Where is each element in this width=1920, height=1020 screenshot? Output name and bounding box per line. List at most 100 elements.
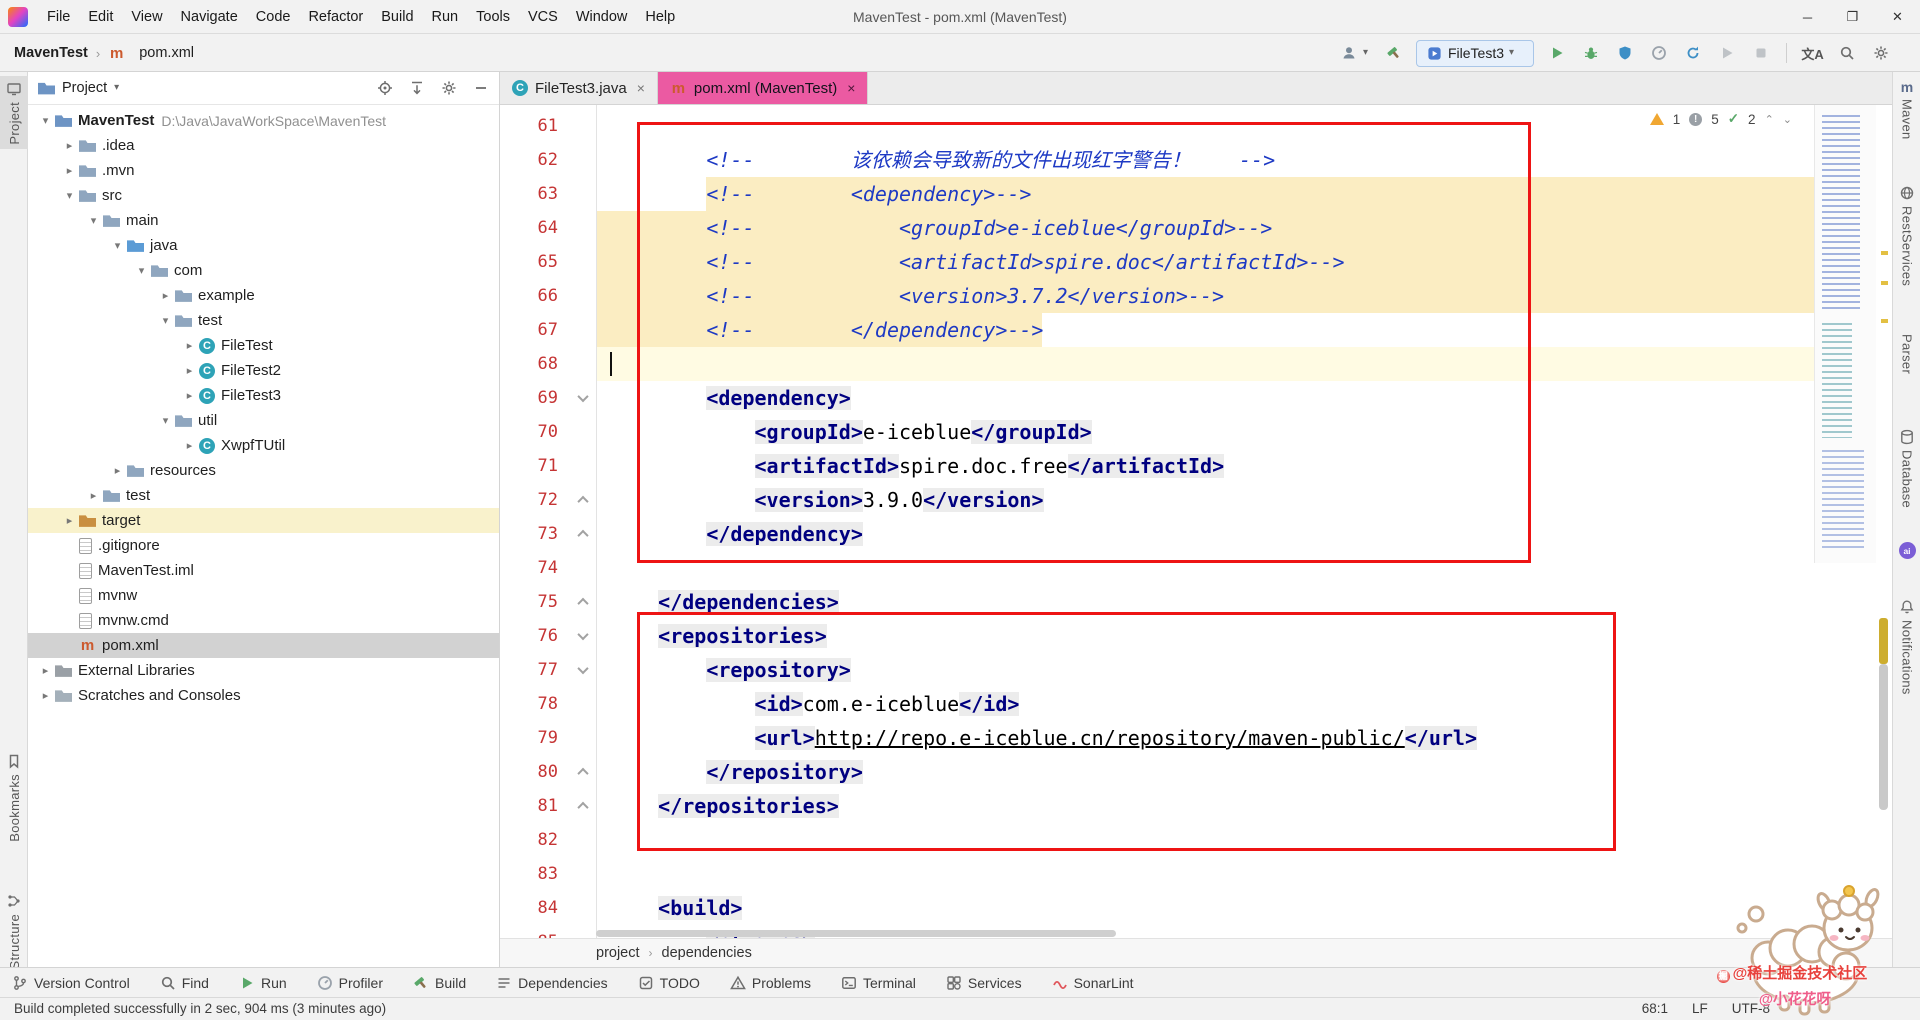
- inspection-widget[interactable]: 1 ! 5 ✓ 2 ⌃ ⌄: [1649, 111, 1792, 127]
- tree-row-filetest2[interactable]: ▸ C FileTest2: [28, 358, 499, 383]
- run-config-combo[interactable]: FileTest3 ▾: [1416, 39, 1534, 67]
- chevron-right-icon[interactable]: ▸: [180, 364, 199, 377]
- code-line-75[interactable]: 75 </dependencies>: [500, 585, 1892, 619]
- close-button[interactable]: ✕: [1875, 0, 1920, 34]
- editor-scrollbar[interactable]: [1876, 105, 1892, 938]
- hammer-button[interactable]: [1382, 39, 1405, 67]
- fold-end-icon[interactable]: [577, 495, 589, 508]
- tree-row-resources[interactable]: ▸ resources: [28, 458, 499, 483]
- tool-button-profiler[interactable]: Profiler: [317, 975, 383, 991]
- chevron-down-icon[interactable]: ▾: [114, 83, 119, 93]
- profiler-button[interactable]: [1647, 39, 1670, 67]
- chevron-down-icon[interactable]: ▾: [108, 239, 127, 252]
- collapse-all-icon[interactable]: [408, 80, 425, 97]
- chevron-right-icon[interactable]: ▸: [60, 164, 79, 177]
- editor-hscrollbar[interactable]: [500, 929, 1876, 938]
- fold-open-icon[interactable]: [577, 662, 589, 675]
- file-encoding[interactable]: UTF-8: [1732, 998, 1770, 1020]
- tree-row-filetest3[interactable]: ▸ C FileTest3: [28, 383, 499, 408]
- chevron-right-icon[interactable]: ▸: [36, 664, 55, 677]
- tree-row-test[interactable]: ▾ test: [28, 308, 499, 333]
- tree-row-main[interactable]: ▾ main: [28, 208, 499, 233]
- tree-row-example[interactable]: ▸ example: [28, 283, 499, 308]
- code-line-79[interactable]: 79 <url>http://repo.e-iceblue.cn/reposit…: [500, 721, 1892, 755]
- fold-open-icon[interactable]: [577, 628, 589, 641]
- tool-stripe-parser[interactable]: Parser: [1893, 330, 1920, 378]
- code-line-80[interactable]: 80 </repository>: [500, 755, 1892, 789]
- code-line-82[interactable]: 82: [500, 823, 1892, 857]
- fold-end-icon[interactable]: [577, 767, 589, 780]
- tree-row-util[interactable]: ▾ util: [28, 408, 499, 433]
- tool-button-build[interactable]: Build: [413, 975, 466, 991]
- tree-row-pom-xml[interactable]: m pom.xml: [28, 633, 499, 658]
- tool-button-run[interactable]: Run: [239, 975, 287, 991]
- chevron-down-icon[interactable]: ▾: [156, 314, 175, 327]
- chevron-down-icon[interactable]: ▾: [60, 189, 79, 202]
- code-line-71[interactable]: 71 <artifactId>spire.doc.free</artifactI…: [500, 449, 1892, 483]
- code-line-66[interactable]: 66 <!-- <version>3.7.2</version>-->: [500, 279, 1892, 313]
- chevron-right-icon[interactable]: ▸: [60, 514, 79, 527]
- tree-row-mvnw[interactable]: mvnw: [28, 583, 499, 608]
- code-line-72[interactable]: 72 <version>3.9.0</version>: [500, 483, 1892, 517]
- tool-button-todo[interactable]: TODO: [638, 975, 700, 991]
- tool-button-dependencies[interactable]: Dependencies: [496, 975, 608, 991]
- chevron-down-icon[interactable]: ▾: [156, 414, 175, 427]
- chevron-down-icon[interactable]: ▾: [36, 114, 55, 127]
- chevron-right-icon[interactable]: ▸: [180, 389, 199, 402]
- menu-window[interactable]: Window: [567, 0, 637, 34]
- play-button[interactable]: [1545, 39, 1568, 67]
- tree-row-idea[interactable]: ▸ .idea: [28, 133, 499, 158]
- fold-open-icon[interactable]: [577, 390, 589, 403]
- menu-build[interactable]: Build: [372, 0, 422, 34]
- tree-row-target[interactable]: ▸ target: [28, 508, 499, 533]
- tool-button-terminal[interactable]: Terminal: [841, 975, 916, 991]
- tree-row-scratches-and-consoles[interactable]: ▸ Scratches and Consoles: [28, 683, 499, 708]
- code-line-68[interactable]: 68: [500, 347, 1892, 381]
- minimize-button[interactable]: ─: [1785, 0, 1830, 34]
- code-line-74[interactable]: 74: [500, 551, 1892, 585]
- chevron-up-icon[interactable]: ⌃: [1765, 113, 1774, 126]
- caret-position[interactable]: 68:1: [1642, 998, 1668, 1020]
- translate-button[interactable]: 文A: [1801, 39, 1824, 67]
- menu-refactor[interactable]: Refactor: [299, 0, 372, 34]
- menu-edit[interactable]: Edit: [79, 0, 122, 34]
- gear-button[interactable]: [1869, 39, 1892, 67]
- tree-row-mvn[interactable]: ▸ .mvn: [28, 158, 499, 183]
- code-line-77[interactable]: 77 <repository>: [500, 653, 1892, 687]
- breadcrumb-dependencies-tag[interactable]: dependencies: [662, 945, 752, 961]
- tree-row-maventest[interactable]: ▾ MavenTest D:\Java\JavaWorkSpace\MavenTes…: [28, 108, 499, 133]
- stop-disabled-button[interactable]: [1749, 39, 1772, 67]
- tree-row-mvnw-cmd[interactable]: mvnw.cmd: [28, 608, 499, 633]
- coverage-button[interactable]: [1613, 39, 1636, 67]
- chevron-right-icon[interactable]: ▸: [180, 439, 199, 452]
- maximize-button[interactable]: ❐: [1830, 0, 1875, 34]
- tree-row-external-libraries[interactable]: ▸ External Libraries: [28, 658, 499, 683]
- chevron-down-icon[interactable]: ▾: [132, 264, 151, 277]
- debug-button[interactable]: [1579, 39, 1602, 67]
- tree-row-src[interactable]: ▾ src: [28, 183, 499, 208]
- tab-pom-xml[interactable]: m pom.xml (MavenTest) ×: [657, 72, 869, 104]
- menu-help[interactable]: Help: [636, 0, 684, 34]
- code-line-69[interactable]: 69 <dependency>: [500, 381, 1892, 415]
- menu-file[interactable]: File: [38, 0, 79, 34]
- tool-stripe-restservices[interactable]: RestServices: [1893, 180, 1920, 290]
- tool-button-problems[interactable]: Problems: [729, 975, 811, 991]
- tool-stripe-bookmarks[interactable]: Bookmarks: [0, 748, 28, 846]
- menu-vcs[interactable]: VCS: [519, 0, 567, 34]
- menu-tools[interactable]: Tools: [467, 0, 519, 34]
- code-line-83[interactable]: 83: [500, 857, 1892, 891]
- tree-row-filetest[interactable]: ▸ C FileTest: [28, 333, 499, 358]
- fold-end-icon[interactable]: [577, 597, 589, 610]
- tree-row-gitignore[interactable]: .gitignore: [28, 533, 499, 558]
- code-line-65[interactable]: 65 <!-- <artifactId>spire.doc</artifactI…: [500, 245, 1892, 279]
- person-button[interactable]: ▾: [1338, 39, 1371, 67]
- fold-end-icon[interactable]: [577, 529, 589, 542]
- code-line-81[interactable]: 81 </repositories>: [500, 789, 1892, 823]
- chevron-right-icon[interactable]: ▸: [36, 689, 55, 702]
- code-line-70[interactable]: 70 <groupId>e-iceblue</groupId>: [500, 415, 1892, 449]
- breadcrumb-project[interactable]: MavenTest: [14, 45, 88, 61]
- hide-panel-icon[interactable]: [472, 80, 489, 97]
- tree-row-com[interactable]: ▾ com: [28, 258, 499, 283]
- chevron-right-icon[interactable]: ▸: [108, 464, 127, 477]
- code-line-76[interactable]: 76 <repositories>: [500, 619, 1892, 653]
